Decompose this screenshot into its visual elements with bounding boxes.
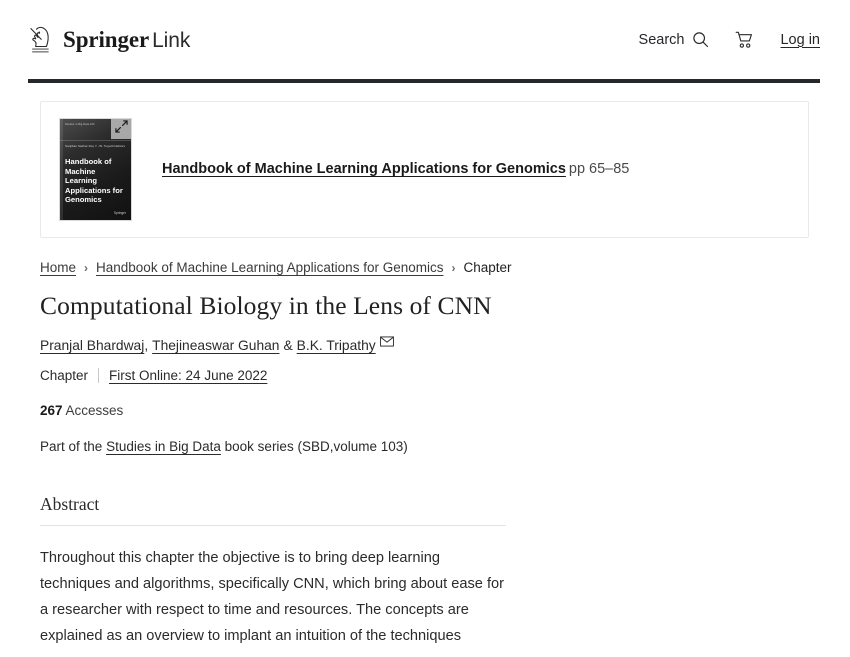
meta-divider <box>98 368 100 383</box>
cover-title: Handbook of Machine Learning Application… <box>65 157 123 205</box>
accesses-label: Accesses <box>65 403 124 418</box>
book-series-line: Part of the Studies in Big Data book ser… <box>40 439 810 454</box>
book-page-range: pp 65–85 <box>568 161 630 177</box>
book-title-link[interactable]: Handbook of Machine Learning Application… <box>162 161 566 177</box>
breadcrumb-separator-icon: › <box>84 260 89 275</box>
content-type-label: Chapter <box>40 368 89 383</box>
springer-link-home-link[interactable]: Springer Link <box>28 26 190 54</box>
author-comma: , <box>144 338 149 353</box>
page-title: Computational Biology in the Lens of CNN <box>40 291 492 320</box>
search-label: Search <box>638 31 685 48</box>
cover-series-line: Studies in Big Data 103 <box>65 123 95 126</box>
abstract-divider <box>40 525 506 526</box>
content-column: Studies in Big Data 103 Sanjiban Sekhar … <box>40 101 810 649</box>
book-summary-card: Studies in Big Data 103 Sanjiban Sekhar … <box>40 101 809 238</box>
shopping-cart-button[interactable] <box>735 31 754 49</box>
series-prefix: Part of the <box>40 439 103 454</box>
brand-wordmark: Springer Link <box>63 27 190 53</box>
header-actions: Search Log in <box>639 31 820 49</box>
header-bottom-rule <box>28 79 820 83</box>
shopping-cart-icon <box>735 31 754 49</box>
springer-knight-logo-icon <box>28 26 54 54</box>
accesses-metric: 267 Accesses <box>40 403 810 418</box>
series-suffix: book series (SBD,volume 103) <box>224 439 408 454</box>
envelope-icon[interactable] <box>379 336 394 347</box>
site-header: Springer Link Search Log in <box>0 0 850 83</box>
breadcrumb-separator-icon: › <box>451 260 456 275</box>
book-cover-thumbnail[interactable]: Studies in Big Data 103 Sanjiban Sekhar … <box>60 119 131 220</box>
search-button[interactable]: Search <box>639 31 710 48</box>
first-online-link[interactable]: First Online: 24 June 2022 <box>109 368 267 383</box>
login-link[interactable]: Log in <box>780 32 820 48</box>
book-card-text: Handbook of Machine Learning Application… <box>162 119 629 179</box>
brand-name-bold: Springer <box>63 26 150 52</box>
chapter-meta: Chapter First Online: 24 June 2022 <box>40 368 810 383</box>
abstract-heading: Abstract <box>40 494 100 514</box>
author-link-1[interactable]: Pranjal Bhardwaj <box>40 338 144 353</box>
author-conjunction: & <box>283 338 293 353</box>
brand-name-light: Link <box>152 28 191 52</box>
search-icon <box>692 31 709 48</box>
expand-cover-button[interactable] <box>111 119 131 139</box>
author-link-2[interactable]: Thejineaswar Guhan <box>152 338 279 353</box>
breadcrumb-item-book[interactable]: Handbook of Machine Learning Application… <box>96 260 443 275</box>
abstract-section: Abstract Throughout this chapter the obj… <box>40 494 506 649</box>
breadcrumb-item-chapter: Chapter <box>463 260 512 275</box>
abstract-text: Throughout this chapter the objective is… <box>40 550 504 644</box>
cover-editors-line: Sanjiban Sekhar Roy Y. -W. Tuguchi Edito… <box>65 144 126 148</box>
accesses-count: 267 <box>40 403 63 418</box>
breadcrumb: Home › Handbook of Machine Learning Appl… <box>40 260 810 275</box>
cover-divider <box>60 140 131 141</box>
cover-spine <box>60 119 63 220</box>
expand-diagonal-icon <box>114 120 128 138</box>
author-link-3[interactable]: B.K. Tripathy <box>297 338 376 353</box>
page-body: Studies in Big Data 103 Sanjiban Sekhar … <box>0 101 850 649</box>
book-series-link[interactable]: Studies in Big Data <box>106 439 221 454</box>
breadcrumb-item-home[interactable]: Home <box>40 260 76 275</box>
author-list: Pranjal Bhardwaj, Thejineaswar Guhan & B… <box>40 336 810 353</box>
cover-publisher: Springer <box>113 211 126 215</box>
